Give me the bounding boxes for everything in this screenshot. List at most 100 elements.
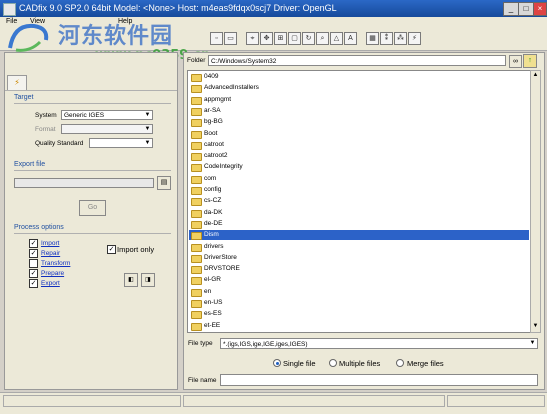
list-item-label: appmgmt [204, 95, 232, 103]
list-item[interactable]: config [189, 185, 529, 195]
open-icon[interactable]: ▭ [224, 32, 237, 45]
divider [14, 233, 171, 234]
list-item[interactable]: CodeIntegrity [189, 162, 529, 173]
repair-checkbox[interactable]: ✓ [29, 249, 38, 258]
format-select[interactable]: ▼ [61, 124, 153, 134]
folder-icon [191, 232, 202, 241]
list-item[interactable]: catroot2 [189, 151, 529, 162]
folder-icon [191, 311, 202, 320]
maximize-button[interactable]: □ [518, 2, 534, 16]
scroll-up-icon[interactable]: ▲ [531, 71, 540, 80]
list-item[interactable]: com [189, 174, 529, 184]
scroll-down-icon[interactable]: ▼ [531, 322, 540, 331]
folder-icon [191, 243, 202, 252]
list-item[interactable]: drivers [189, 242, 529, 252]
link-icon[interactable]: ∞ [509, 55, 522, 68]
prepare-link[interactable]: Prepare [41, 270, 64, 277]
file-list-scrollbar[interactable]: ▲ ▼ [530, 70, 541, 333]
zoom-icon[interactable]: ⌕ [316, 32, 329, 45]
list-item[interactable]: cs-CZ [189, 196, 529, 207]
list-item[interactable]: DRVSTORE [189, 264, 529, 275]
list-item-label: DriverStore [204, 253, 237, 261]
list-item[interactable]: Dism [189, 230, 529, 241]
window-icon[interactable]: ▢ [288, 32, 301, 45]
status-cell [3, 395, 181, 407]
folder-icon [191, 254, 202, 263]
transform-link[interactable]: Transform [41, 260, 70, 267]
system-select[interactable]: Generic IGES ▼ [61, 110, 153, 120]
import-only-checkbox[interactable]: ✓ [107, 245, 116, 254]
list-item[interactable]: DriverStore [189, 253, 529, 263]
list-item[interactable]: Boot [189, 129, 529, 139]
file-list[interactable]: 0409 AdvancedInstallers appmgmt ar-SA bg-BG B… [187, 70, 531, 333]
text-icon[interactable]: A [344, 32, 357, 45]
load-icon[interactable]: ◧ [124, 273, 138, 287]
select-icon[interactable]: ⌖ [246, 32, 259, 45]
folder-icon [191, 198, 202, 207]
wand-icon[interactable]: ⚡ [408, 32, 421, 45]
transform-checkbox[interactable] [29, 259, 38, 268]
fit-icon[interactable]: ⊞ [274, 32, 287, 45]
import-link[interactable]: Import [41, 240, 59, 247]
quality-select[interactable]: ▼ [89, 138, 153, 148]
folder-icon [191, 277, 202, 286]
list-item[interactable]: el-GR [189, 275, 529, 286]
process-options-heading: Process options [14, 224, 64, 231]
new-icon[interactable]: ▫ [210, 32, 223, 45]
folder-icon [191, 220, 202, 229]
export-checkbox[interactable]: ✓ [29, 279, 38, 288]
list-item[interactable]: bg-BG [189, 117, 529, 128]
chevron-down-icon: ▼ [529, 340, 536, 346]
go-button[interactable]: Go [79, 200, 106, 216]
list-item[interactable]: en-US [189, 298, 529, 308]
folder-path-field[interactable]: C:/Windows/System32 [208, 55, 506, 66]
status-bar [0, 392, 547, 414]
list-item[interactable]: catroot [189, 140, 529, 150]
list-item[interactable]: et-EE [189, 321, 529, 331]
folder-icon [191, 141, 202, 150]
snap-icon[interactable]: ⁑ [380, 32, 393, 45]
list-item-label: de-DE [204, 219, 223, 227]
lightning-icon[interactable]: ⚡ [7, 75, 27, 91]
export-link[interactable]: Export [41, 280, 60, 287]
chevron-down-icon: ▼ [144, 112, 151, 118]
list-item-label: da-DK [204, 208, 223, 216]
rotate-icon[interactable]: ↻ [302, 32, 315, 45]
multiple-files-radio[interactable] [329, 359, 337, 367]
chevron-down-icon: ▼ [144, 140, 151, 146]
multiple-files-label: Multiple files [339, 359, 381, 368]
filename-input[interactable] [220, 374, 538, 386]
list-item[interactable]: es-ES [189, 309, 529, 320]
system-label: System [35, 112, 57, 119]
measure-icon[interactable]: △ [330, 32, 343, 45]
list-item[interactable]: AdvancedInstallers [189, 83, 529, 94]
save-icon[interactable]: ◨ [141, 273, 155, 287]
close-button[interactable]: × [533, 2, 547, 16]
minimize-button[interactable]: _ [503, 2, 519, 16]
grid-icon[interactable]: ▦ [366, 32, 379, 45]
repair-link[interactable]: Repair [41, 250, 60, 257]
export-path-field[interactable] [14, 178, 154, 188]
prepare-checkbox[interactable]: ✓ [29, 269, 38, 278]
filetype-select[interactable]: *.(igs,IGS,ige,IGE,iges,IGES) ▼ [220, 338, 538, 349]
list-item[interactable]: 0409 [189, 72, 529, 82]
filename-label: File name [188, 377, 217, 384]
format-label: Format [35, 126, 56, 133]
list-item[interactable]: da-DK [189, 208, 529, 218]
list-item[interactable]: en [189, 287, 529, 297]
options-icon[interactable]: ⁂ [394, 32, 407, 45]
import-checkbox[interactable]: ✓ [29, 239, 38, 248]
merge-files-radio[interactable] [396, 359, 404, 367]
list-item[interactable]: appmgmt [189, 95, 529, 105]
folder-icon [191, 266, 202, 275]
list-item[interactable]: de-DE [189, 219, 529, 229]
list-item-label: el-GR [204, 276, 221, 284]
list-item[interactable]: ar-SA [189, 106, 529, 116]
up-folder-icon[interactable]: ↑ [523, 54, 537, 68]
browse-folder-icon[interactable]: ▤ [157, 176, 171, 190]
move-icon[interactable]: ✥ [260, 32, 273, 45]
list-item-label: en [204, 287, 212, 295]
single-file-radio[interactable] [273, 359, 281, 367]
list-item-label: CodeIntegrity [204, 163, 243, 171]
list-item-label: 0409 [204, 73, 219, 80]
